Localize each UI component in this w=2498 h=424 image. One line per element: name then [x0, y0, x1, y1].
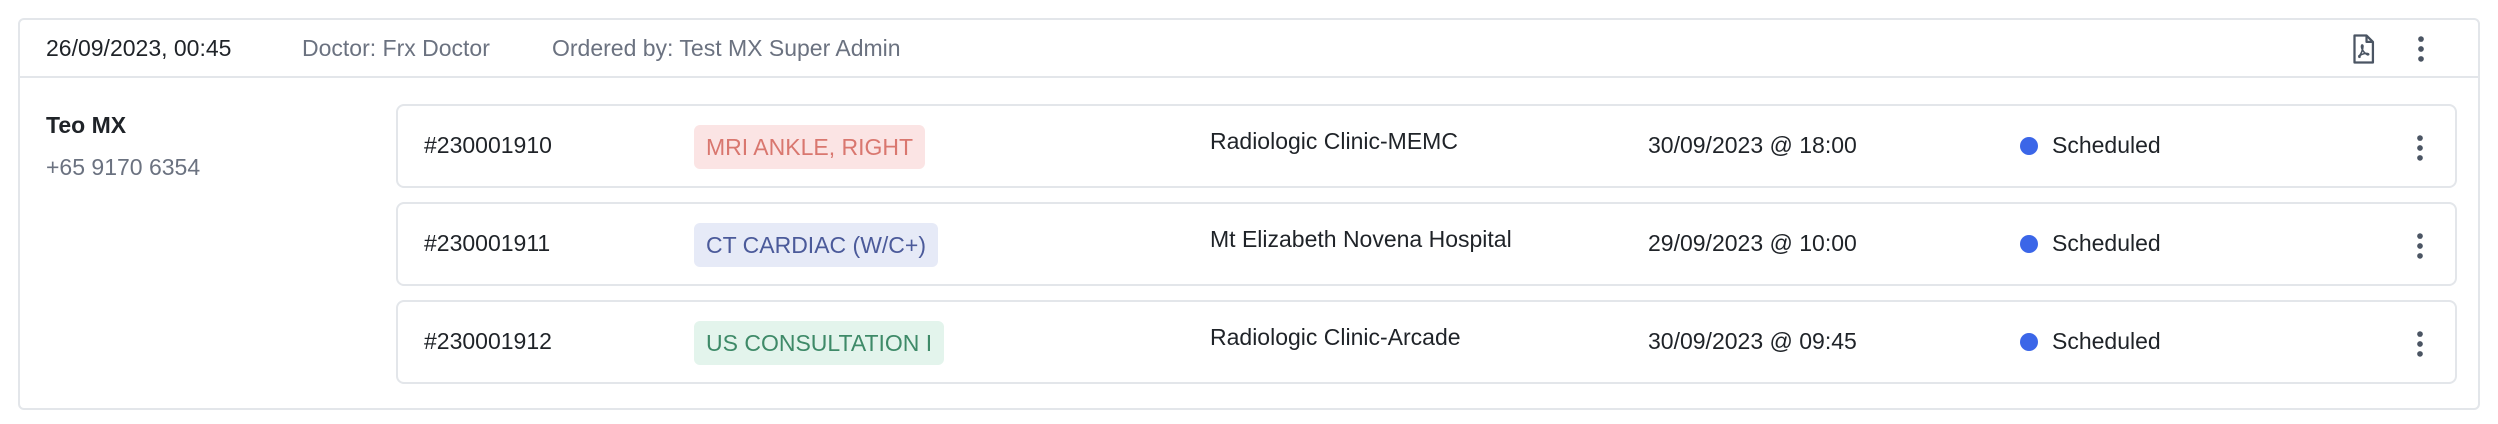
order-status: Scheduled — [2020, 132, 2161, 159]
exam-badge: US CONSULTATION I — [694, 321, 945, 365]
order-location: Mt Elizabeth Novena Hospital — [1210, 226, 1512, 252]
status-label: Scheduled — [2052, 132, 2161, 158]
status-dot-icon — [2020, 136, 2038, 155]
exam-badge: MRI ANKLE, RIGHT — [694, 125, 926, 169]
order-id: #230001912 — [424, 328, 552, 354]
order-date: 26/09/2023, 00:45 — [46, 34, 232, 61]
order-row[interactable]: #230001912 US CONSULTATION I Radiologic … — [396, 300, 2457, 384]
order-location: Radiologic Clinic-MEMC — [1210, 128, 1458, 154]
order-id: #230001911 — [424, 230, 551, 256]
order-status: Scheduled — [2020, 230, 2161, 257]
patient-name: Teo MX — [46, 112, 127, 138]
order-card-header: 26/09/2023, 00:45 Doctor: Frx Doctor Ord… — [20, 20, 2478, 78]
order-datetime: 29/09/2023 @ 10:00 — [1648, 230, 1857, 256]
more-vertical-icon[interactable] — [2404, 32, 2438, 66]
exam-badge: CT CARDIAC (W/C+) — [694, 223, 938, 267]
order-row[interactable]: #230001910 MRI ANKLE, RIGHT Radiologic C… — [396, 104, 2457, 188]
status-dot-icon — [2020, 332, 2038, 351]
status-dot-icon — [2020, 234, 2038, 253]
patient-phone: +65 9170 6354 — [46, 154, 201, 180]
order-datetime: 30/09/2023 @ 18:00 — [1648, 132, 1857, 158]
ordered-by-label: Ordered by: Test MX Super Admin — [552, 34, 901, 61]
order-id: #230001910 — [424, 132, 552, 158]
more-vertical-icon[interactable] — [2403, 229, 2437, 263]
order-location: Radiologic Clinic-Arcade — [1210, 324, 1461, 350]
order-datetime: 30/09/2023 @ 09:45 — [1648, 328, 1857, 354]
status-label: Scheduled — [2052, 230, 2161, 256]
more-vertical-icon[interactable] — [2403, 131, 2437, 165]
order-status: Scheduled — [2020, 328, 2161, 355]
order-row[interactable]: #230001911 CT CARDIAC (W/C+) Mt Elizabet… — [396, 202, 2457, 286]
order-card: 26/09/2023, 00:45 Doctor: Frx Doctor Ord… — [18, 18, 2480, 410]
status-label: Scheduled — [2052, 328, 2161, 354]
doctor-label: Doctor: Frx Doctor — [302, 34, 490, 61]
pdf-file-icon[interactable] — [2346, 32, 2380, 66]
more-vertical-icon[interactable] — [2403, 327, 2437, 361]
